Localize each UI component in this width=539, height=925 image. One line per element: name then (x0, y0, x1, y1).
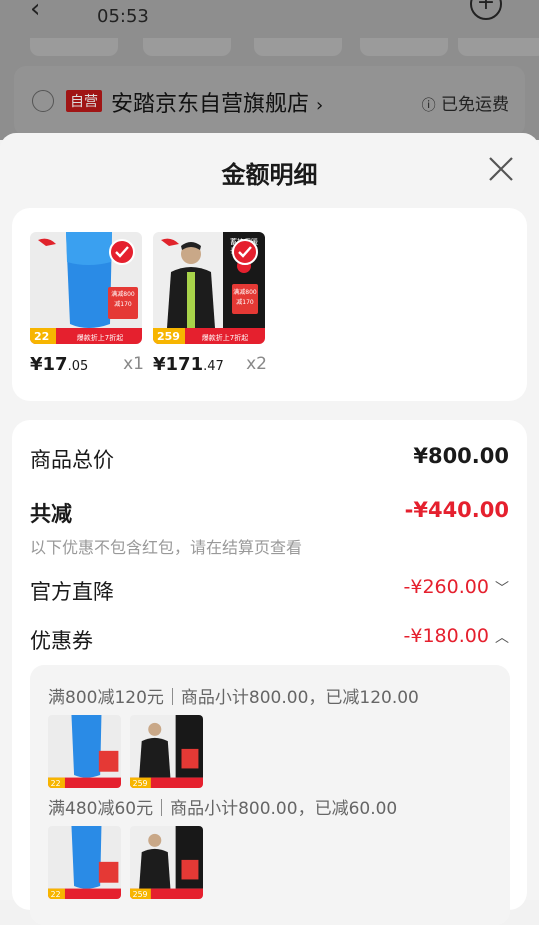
filter-chip (30, 38, 118, 56)
filter-chip (143, 38, 231, 56)
chevron-up-icon: ︿ (495, 630, 509, 646)
total-row: 商品总价 ¥800.00 (30, 444, 509, 474)
svg-text:22: 22 (34, 330, 49, 343)
back-icon: ‹ (30, 0, 41, 24)
filter-chip (254, 38, 342, 56)
amount-detail-sheet: 金额明细 满减800 减170 22 爆款折上7折起 ¥17.05 x1 满减8… (0, 133, 539, 925)
reduce-row: 共减 -¥440.00 以下优惠不包含红包，请在结算页查看 (30, 498, 509, 558)
product-card: 满减800 减170 22 爆款折上7折起 ¥17.05 x1 满减800 减1… (12, 208, 527, 401)
status-time: 05:53 (97, 6, 149, 27)
total-value: ¥800.00 (413, 444, 509, 468)
total-label: 商品总价 (30, 448, 114, 472)
coupon-label: 优惠券 (30, 629, 93, 653)
info-icon: ⓘ (421, 98, 436, 114)
svg-text:满减800: 满减800 (111, 290, 135, 298)
coupon-product-knee-pad: 22 (48, 826, 121, 899)
svg-text:减170: 减170 (114, 300, 132, 308)
coupon-product-jacket: 259 (130, 715, 203, 788)
store-header: 自营 安踏京东自营旗舰店 › ⓘ 已免运费 (14, 66, 525, 136)
coupon-product-knee-pad: 22 (48, 715, 121, 788)
svg-text:满减800: 满减800 (233, 288, 257, 296)
product-price: ¥17.05 (30, 354, 89, 375)
reduce-note: 以下优惠不包含红包，请在结算页查看 (30, 538, 303, 557)
svg-text:22: 22 (51, 890, 61, 899)
coupon-detail-box: 满800减120元｜商品小计800.00，已减120.00 22 259 满48… (30, 665, 510, 925)
store-name: 安踏京东自营旗舰店 › (111, 92, 324, 117)
summary-card: 商品总价 ¥800.00 共减 -¥440.00 以下优惠不包含红包，请在结算页… (12, 420, 527, 925)
self-run-badge: 自营 (66, 90, 102, 112)
product-item[interactable]: 蓄热保暖 长效御寒 满减800 减170 259 爆款折上7折起 ¥171.47… (153, 232, 267, 375)
shipping-info: ⓘ 已免运费 (421, 95, 509, 115)
product-qty: x2 (246, 354, 267, 374)
sheet-title: 金额明细 (221, 161, 318, 189)
add-icon: + (470, 0, 502, 20)
chevron-down-icon: ﹀ (495, 581, 509, 597)
svg-text:爆款折上7折起: 爆款折上7折起 (202, 333, 248, 342)
product-item[interactable]: 满减800 减170 22 爆款折上7折起 ¥17.05 x1 (30, 232, 144, 375)
coupon-value: -¥180.00 ︿ (403, 625, 509, 647)
product-qty: x1 (123, 354, 144, 374)
direct-discount-row[interactable]: 官方直降 -¥260.00 ﹀ (30, 576, 509, 606)
svg-text:259: 259 (133, 779, 148, 788)
direct-label: 官方直降 (30, 580, 114, 604)
coupon-row[interactable]: 优惠券 -¥180.00 ︿ (30, 625, 509, 655)
close-icon[interactable] (487, 155, 515, 183)
coupon-product-jacket: 259 (130, 826, 203, 899)
svg-text:爆款折上7折起: 爆款折上7折起 (77, 333, 123, 342)
coupon-detail-text: 满480减60元｜商品小计800.00，已减60.00 (48, 799, 398, 819)
svg-text:259: 259 (133, 890, 148, 899)
svg-text:259: 259 (157, 330, 180, 343)
coupon-detail-text: 满800减120元｜商品小计800.00，已减120.00 (48, 688, 419, 708)
svg-text:22: 22 (51, 779, 61, 788)
reduce-value: -¥440.00 (404, 498, 509, 522)
svg-text:减170: 减170 (236, 298, 254, 306)
product-image-jacket: 蓄热保暖 长效御寒 满减800 减170 259 爆款折上7折起 (153, 232, 265, 344)
direct-value: -¥260.00 ﹀ (403, 576, 509, 598)
filter-chip (458, 38, 539, 56)
store-select-radio (32, 90, 54, 112)
product-image-knee-pad: 满减800 减170 22 爆款折上7折起 (30, 232, 142, 344)
product-price: ¥171.47 (153, 354, 224, 375)
reduce-label: 共减 (30, 502, 72, 526)
filter-chip (360, 38, 448, 56)
